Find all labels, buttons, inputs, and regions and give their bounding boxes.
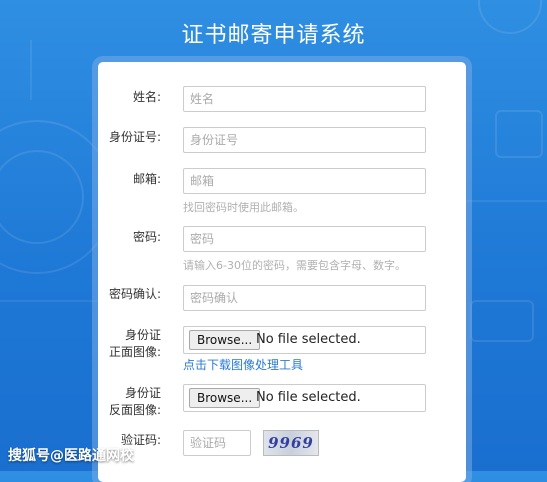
id-front-label: 身份证 正面图像: [109, 327, 161, 361]
id-back-file-input[interactable]: Browse... No file selected. [183, 384, 426, 412]
id-back-file-status: No file selected. [256, 390, 361, 405]
id-back-label: 身份证 反面图像: [109, 385, 161, 419]
id-front-file-input[interactable]: Browse... No file selected. [183, 326, 426, 354]
download-image-tool-link[interactable]: 点击下载图像处理工具 [183, 356, 303, 373]
id-front-browse-button[interactable]: Browse... [189, 330, 261, 350]
id-front-file-status: No file selected. [256, 332, 361, 347]
id-back-label-line2: 反面图像: [108, 403, 161, 417]
captcha-image[interactable]: 9969 [263, 430, 319, 456]
name-label: 姓名: [132, 90, 161, 104]
name-input[interactable] [183, 86, 426, 112]
password-label: 密码: [132, 230, 161, 244]
email-label: 邮箱: [132, 172, 161, 186]
email-input[interactable] [183, 168, 426, 194]
password-confirm-input[interactable] [183, 285, 426, 311]
application-form: 姓名: 身份证号: 邮箱: 找回密码时使用此邮箱。 密码: 请输入6-30位的密… [98, 62, 466, 482]
password-input[interactable] [183, 226, 426, 252]
id-number-label: 身份证号: [108, 130, 161, 144]
id-number-input[interactable] [183, 127, 426, 153]
id-front-label-line1: 身份证 [124, 328, 161, 342]
password-hint: 请输入6-30位的密码，需要包含字母、数字。 [183, 259, 406, 272]
page-title: 证书邮寄申请系统 [181, 23, 366, 48]
email-hint: 找回密码时使用此邮箱。 [183, 201, 304, 214]
captcha-input[interactable] [183, 430, 251, 456]
watermark: 搜狐号@医路通网校 [8, 448, 134, 464]
id-back-browse-button[interactable]: Browse... [189, 388, 261, 408]
id-front-label-line2: 正面图像: [108, 345, 161, 359]
id-back-label-line1: 身份证 [124, 386, 161, 400]
password-confirm-label: 密码确认: [108, 287, 161, 301]
